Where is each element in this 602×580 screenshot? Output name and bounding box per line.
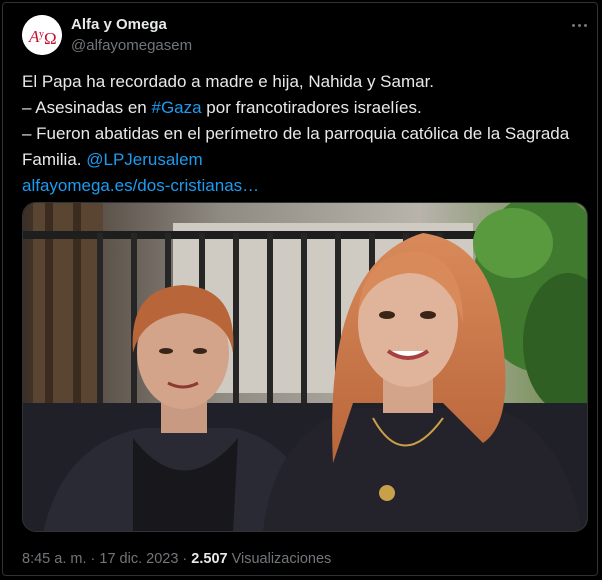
tweet-line-2-suffix: por francotiradores israelíes. (201, 98, 422, 117)
tweet-card: A y Ω Alfa y Omega @alfayomegasem El Pap… (2, 2, 598, 576)
more-button[interactable] (566, 15, 592, 35)
alfa-omega-logo-icon: A y Ω (22, 15, 62, 55)
photo-mother-daughter (23, 203, 587, 531)
avatar[interactable]: A y Ω (22, 15, 62, 55)
timestamp-date[interactable]: 17 dic. 2023 (99, 551, 178, 567)
meta-separator-2: · (178, 551, 192, 567)
tweet-line-4: Familia. @LPJerusalem (22, 147, 592, 173)
timestamp-time[interactable]: 8:45 a. m. (22, 551, 86, 567)
tweet-line-3: – Fueron abatidas en el perímetro de la … (22, 124, 570, 143)
svg-text:Ω: Ω (44, 29, 57, 48)
tweet-line-2-prefix: – Asesinadas en (22, 98, 152, 117)
author-name[interactable]: Alfa y Omega (71, 16, 167, 33)
author-handle[interactable]: @alfayomegasem (71, 37, 192, 54)
tweet-text: El Papa ha recordado a madre e hija, Nah… (22, 69, 592, 199)
views-label: Visualizaciones (231, 551, 332, 567)
more-horizontal-icon (571, 23, 587, 27)
article-link[interactable]: alfayomega.es/dos-cristianas… (22, 173, 592, 199)
tweet-photo[interactable] (22, 202, 588, 532)
hashtag-link[interactable]: #Gaza (151, 98, 201, 117)
tweet-line-2: – Asesinadas en #Gaza por francotiradore… (22, 95, 592, 121)
tweet-line-4-prefix: Familia. (22, 150, 87, 169)
tweet-line-1: El Papa ha recordado a madre e hija, Nah… (22, 72, 435, 91)
tweet-meta: 8:45 a. m. · 17 dic. 2023 · 2.507 Visual… (22, 551, 331, 567)
meta-separator: · (86, 551, 100, 567)
views-count: 2.507 (191, 551, 228, 567)
mention-link[interactable]: @LPJerusalem (86, 150, 202, 169)
